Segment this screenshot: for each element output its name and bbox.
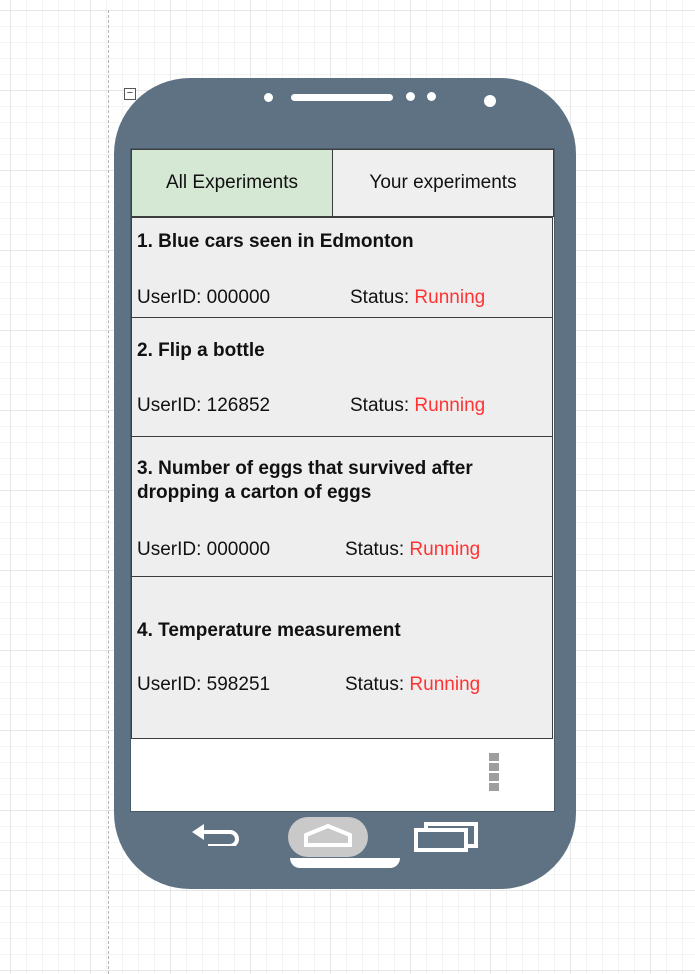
status-value: Running — [409, 539, 481, 560]
tab-all-experiments[interactable]: All Experiments — [131, 149, 333, 217]
status-value: Running — [409, 674, 481, 695]
front-camera — [484, 95, 496, 107]
experiment-status: Status: Running — [345, 539, 480, 561]
status-value: Running — [414, 395, 486, 416]
collapse-icon[interactable]: − — [124, 88, 136, 100]
experiment-title: 3. Number of eggs that survived after dr… — [137, 458, 473, 503]
experiment-status: Status: Running — [345, 674, 480, 696]
recent-apps-icon[interactable] — [412, 822, 482, 852]
experiment-card-1[interactable]: 1. Blue cars seen in Edmonton UserID: 00… — [131, 217, 553, 318]
experiment-user-id: UserID: 598251 — [137, 674, 271, 695]
experiment-user-id: UserID: 000000 — [137, 539, 271, 560]
experiment-title: 1. Blue cars seen in Edmonton — [137, 231, 414, 252]
speaker-grille — [291, 94, 393, 101]
dashed-guide-line — [108, 10, 109, 974]
front-sensor-dot — [264, 93, 273, 102]
tab-bar: All Experiments Your experiments — [131, 149, 554, 217]
experiment-card-2[interactable]: 2. Flip a bottle UserID: 126852 Status: … — [131, 317, 553, 437]
experiment-card-4[interactable]: 4. Temperature measurement UserID: 59825… — [131, 576, 553, 739]
home-button-base — [290, 858, 400, 868]
experiment-title: 2. Flip a bottle — [137, 340, 265, 361]
back-arrow-icon[interactable] — [190, 820, 242, 846]
experiment-status: Status: Running — [350, 395, 485, 417]
status-label: Status: — [345, 539, 410, 560]
experiment-card-3[interactable]: 3. Number of eggs that survived after dr… — [131, 436, 553, 577]
status-label: Status: — [350, 287, 415, 308]
phone-frame: All Experiments Your experiments 1. Blue… — [114, 78, 576, 889]
vertical-dots-icon[interactable] — [489, 753, 499, 793]
tab-your-experiments[interactable]: Your experiments — [333, 149, 554, 217]
phone-screen: All Experiments Your experiments 1. Blue… — [130, 148, 555, 812]
experiment-user-id: UserID: 126852 — [137, 395, 271, 416]
status-label: Status: — [345, 674, 410, 695]
experiment-user-id: UserID: 000000 — [137, 287, 271, 308]
light-sensor-dot — [427, 92, 436, 101]
status-label: Status: — [350, 395, 415, 416]
proximity-sensor-dot — [406, 92, 415, 101]
status-value: Running — [414, 287, 486, 308]
experiment-title: 4. Temperature measurement — [137, 620, 401, 641]
experiment-status: Status: Running — [350, 287, 485, 309]
